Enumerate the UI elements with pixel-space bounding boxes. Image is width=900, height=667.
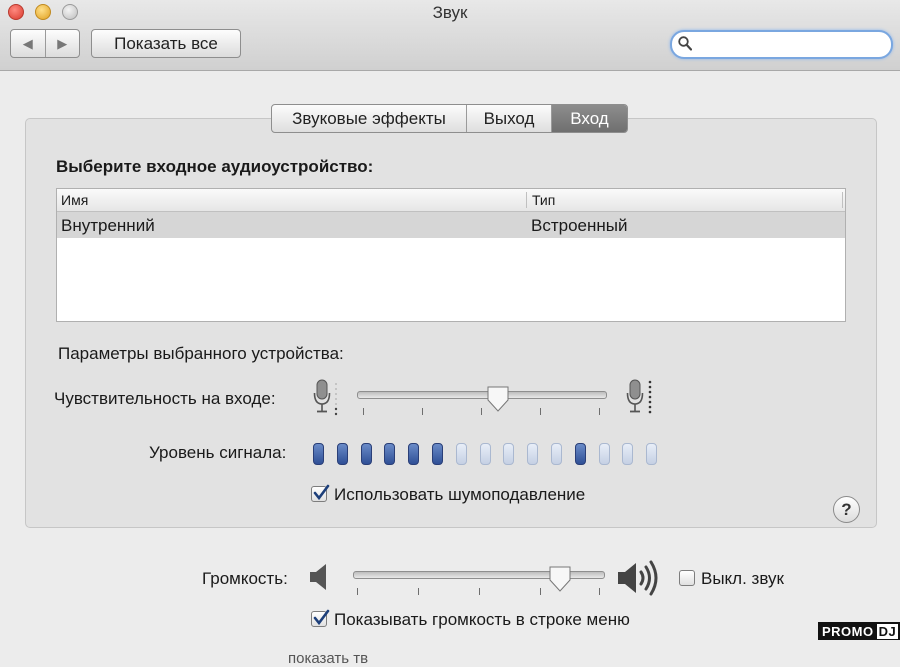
signal-level-segment xyxy=(551,443,562,465)
slider-thumb[interactable] xyxy=(549,566,571,597)
signal-level-segment xyxy=(337,443,348,465)
show-volume-in-menu-checkbox[interactable] xyxy=(311,609,330,627)
slider-thumb[interactable] xyxy=(487,386,509,417)
slider-tick xyxy=(540,408,541,415)
slider-tick xyxy=(481,408,482,415)
forward-button[interactable]: ▶ xyxy=(46,30,80,57)
watermark-promo: PROMO xyxy=(822,623,874,639)
signal-level-segment xyxy=(503,443,514,465)
volume-slider[interactable] xyxy=(353,566,605,596)
signal-level-segment xyxy=(646,443,657,465)
slider-tick xyxy=(599,408,600,415)
show-volume-in-menu-label: Показывать громкость в строке меню xyxy=(334,610,630,629)
column-header-name[interactable]: Имя xyxy=(61,192,88,208)
watermark-logo: PROMO DJ xyxy=(818,622,900,640)
device-name-cell: Внутренний xyxy=(61,216,155,235)
slider-tick xyxy=(540,588,541,595)
window-title: Звук xyxy=(432,3,468,22)
signal-level-segment xyxy=(575,443,586,465)
device-table: Имя Тип Внутренний Встроенный xyxy=(56,188,846,322)
slider-tick xyxy=(422,408,423,415)
slider-tick xyxy=(599,588,600,595)
tab-input[interactable]: Вход xyxy=(552,105,627,132)
choose-input-device-label: Выберите входное аудиоустройство: xyxy=(56,157,374,176)
column-divider xyxy=(842,192,843,208)
speaker-loud-icon xyxy=(616,558,664,603)
tab-sound-effects[interactable]: Звуковые эффекты xyxy=(272,105,467,132)
noise-reduction-label: Использовать шумоподавление xyxy=(334,485,586,504)
signal-level-segment xyxy=(599,443,610,465)
signal-level-segment xyxy=(527,443,538,465)
tab-bar: Звуковые эффекты Выход Вход xyxy=(271,104,628,133)
back-button[interactable]: ◀ xyxy=(11,30,46,57)
signal-level-label: Уровень сигнала: xyxy=(149,443,287,462)
input-panel xyxy=(25,118,877,528)
slider-tick xyxy=(479,588,480,595)
back-forward-control: ◀ ▶ xyxy=(10,29,80,58)
column-divider xyxy=(526,192,527,208)
mute-label: Выкл. звук xyxy=(701,569,784,588)
search-field[interactable] xyxy=(670,30,893,59)
help-button[interactable]: ? xyxy=(833,496,860,523)
volume-label: Громкость: xyxy=(202,569,288,588)
noise-reduction-checkbox[interactable] xyxy=(311,484,330,502)
column-header-type[interactable]: Тип xyxy=(532,192,555,208)
table-row[interactable]: Внутренний Встроенный xyxy=(57,212,845,238)
input-sensitivity-slider[interactable] xyxy=(357,386,607,416)
watermark-dj: DJ xyxy=(876,623,899,639)
slider-tick xyxy=(418,588,419,595)
title-bar: Звук ◀ ▶ Показать все xyxy=(0,0,900,71)
slider-track xyxy=(357,391,607,399)
signal-level-segment xyxy=(456,443,467,465)
signal-level-segment xyxy=(384,443,395,465)
signal-level-segment xyxy=(480,443,491,465)
slider-tick xyxy=(363,408,364,415)
slider-tick xyxy=(357,588,358,595)
device-params-label: Параметры выбранного устройства: xyxy=(58,344,344,363)
mute-checkbox[interactable] xyxy=(679,570,695,586)
mic-quiet-icon xyxy=(313,379,341,422)
speaker-quiet-icon xyxy=(308,562,330,597)
search-input[interactable] xyxy=(696,34,886,56)
device-type-cell: Встроенный xyxy=(531,216,628,235)
tab-output[interactable]: Выход xyxy=(467,105,552,132)
signal-level-segment xyxy=(313,443,324,465)
signal-level-segment xyxy=(408,443,419,465)
signal-level-segment xyxy=(622,443,633,465)
show-all-button[interactable]: Показать все xyxy=(91,29,241,58)
mic-loud-icon xyxy=(626,379,656,422)
signal-level-segment xyxy=(432,443,443,465)
input-sensitivity-label: Чувствительность на входе: xyxy=(54,389,276,408)
signal-level-segment xyxy=(361,443,372,465)
search-icon xyxy=(678,36,693,55)
table-header: Имя Тип xyxy=(57,189,845,212)
